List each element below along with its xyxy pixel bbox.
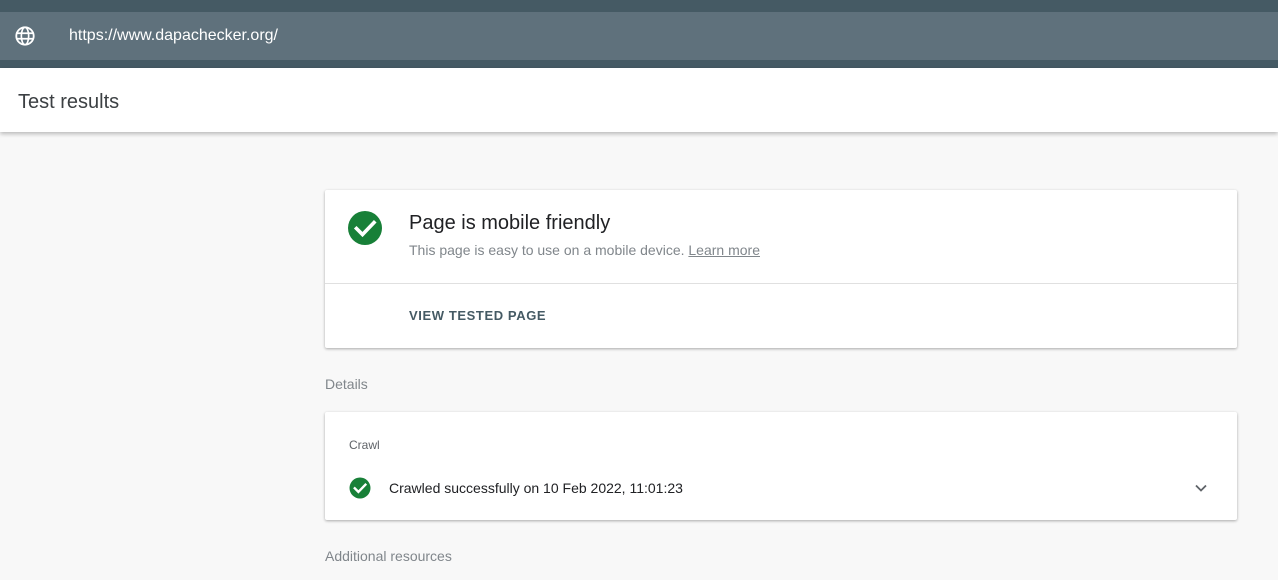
details-heading: Details [325,376,368,392]
page-title: Test results [18,91,120,113]
additional-resources-heading: Additional resources [325,548,452,564]
result-subtitle: This page is easy to use on a mobile dev… [409,241,760,259]
header: Test results [0,68,1278,132]
check-circle-icon [348,211,382,245]
crawl-label: Crawl [349,438,380,452]
result-subtitle-text: This page is easy to use on a mobile dev… [409,242,685,258]
globe-icon [15,26,35,46]
tested-url: https://www.dapachecker.org/ [69,27,278,44]
top-strip [0,0,1278,12]
url-bar-bottom [0,60,1278,68]
url-bar: https://www.dapachecker.org/ [0,12,1278,60]
check-circle-icon [349,477,371,499]
result-title: Page is mobile friendly [409,212,611,234]
view-tested-page-button[interactable]: VIEW TESTED PAGE [401,300,554,330]
chevron-down-icon[interactable] [1191,478,1211,498]
result-card: Page is mobile friendly This page is eas… [325,190,1237,348]
crawl-status: Crawled successfully on 10 Feb 2022, 11:… [389,480,683,496]
learn-more-link[interactable]: Learn more [688,242,760,258]
crawl-card[interactable]: Crawl Crawled successfully on 10 Feb 202… [325,412,1237,520]
card-divider [325,283,1237,284]
